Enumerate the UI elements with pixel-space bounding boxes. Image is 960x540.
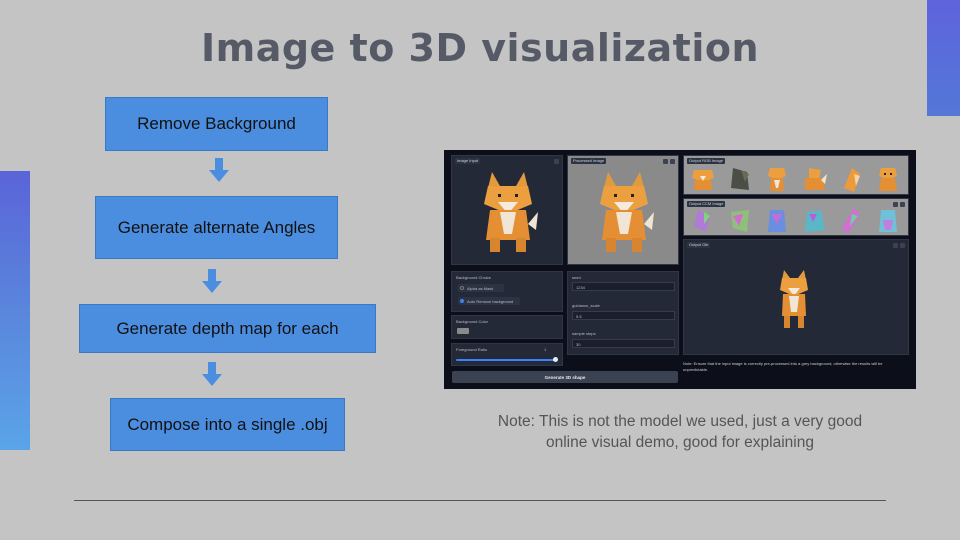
background-color-label: Background Color [456, 319, 489, 324]
image-input-label: Image Input [455, 158, 481, 164]
slide-title: Image to 3D visualization [200, 26, 760, 70]
ccm-view-6-image [879, 210, 897, 232]
fullscreen-icon[interactable] [670, 159, 675, 164]
foreground-ratio-label: Foreground Ratio [456, 347, 488, 352]
step-remove-background: Remove Background [105, 97, 328, 151]
radio-alpha-mask[interactable]: Alpha as Mask [458, 284, 504, 292]
rgb-view-4-image [805, 168, 827, 190]
seed-value: 1234 [576, 285, 585, 290]
foreground-ratio-value[interactable]: 1 [544, 347, 546, 352]
background-choice-panel: Background Choice Alpha as Mask Auto Rem… [451, 271, 563, 312]
step-depth-map: Generate depth map for each [79, 304, 376, 353]
output-rgb-panel: Output RGB Image [683, 155, 909, 195]
ccm-view-4-image [805, 210, 825, 232]
step-generate-angles: Generate alternate Angles [95, 196, 338, 259]
rgb-view-3-image [768, 168, 786, 191]
guidance-scale-label: guidance_scale [572, 303, 600, 308]
foreground-ratio-panel: Foreground Ratio 1 [451, 343, 563, 366]
download-icon[interactable] [663, 159, 668, 164]
3d-model-viewer[interactable] [778, 268, 810, 330]
down-arrow-icon [202, 269, 222, 293]
demo-note: Note: This is not the model we used, jus… [497, 413, 863, 451]
app-note-text: Note: Ensure that the input image is cor… [683, 361, 883, 372]
image-input-panel[interactable]: Image Input [451, 155, 563, 265]
foreground-ratio-slider[interactable] [456, 357, 558, 362]
ccm-view-3-image [768, 210, 786, 232]
shiba-dog-image [484, 172, 538, 252]
rgb-view-2-image [731, 168, 749, 190]
output-glb-label: Output Glb [687, 242, 711, 248]
radio-auto-label: Auto Remove background [467, 298, 514, 304]
down-arrow-icon [209, 158, 229, 182]
sample-steps-label: sample steps [572, 331, 596, 336]
clear-icon[interactable] [554, 159, 559, 164]
rgb-view-6-image [879, 168, 897, 191]
ccm-view-2-image [731, 210, 749, 232]
rgb-view-1-image [692, 170, 714, 190]
left-accent-bar [0, 171, 30, 450]
seed-label: seed [572, 275, 581, 280]
radio-unchecked-icon [460, 286, 464, 290]
sample-steps-value: 30 [576, 342, 581, 347]
demo-app-screenshot: Image Input Processed Image Background C… [444, 150, 916, 389]
rgb-view-5-image [844, 168, 860, 192]
download-icon[interactable] [893, 243, 898, 248]
sample-steps-input[interactable]: 30 [572, 339, 675, 348]
down-arrow-icon [202, 362, 222, 386]
slider-fill [456, 359, 556, 361]
background-color-panel: Background Color [451, 315, 563, 339]
ccm-view-5-image [842, 208, 860, 234]
radio-alpha-label: Alpha as Mask [467, 285, 494, 291]
output-glb-panel[interactable]: Output Glb [683, 239, 909, 355]
guidance-scale-value: 5.5 [576, 314, 582, 319]
step-compose-obj: Compose into a single .obj [110, 398, 345, 451]
background-choice-label: Background Choice [456, 275, 491, 280]
color-swatch[interactable] [457, 328, 469, 334]
fullscreen-icon[interactable] [900, 243, 905, 248]
sampling-params-panel: seed 1234 guidance_scale 5.5 sample step… [567, 271, 679, 355]
generate-3d-button[interactable]: Generate 3D shape [452, 371, 678, 383]
bottom-divider [74, 500, 886, 501]
radio-checked-icon [460, 299, 464, 303]
ccm-view-1-image [694, 210, 710, 232]
processed-image-panel: Processed Image [567, 155, 679, 265]
slider-handle[interactable] [552, 357, 558, 362]
seed-input[interactable]: 1234 [572, 282, 675, 291]
shiba-dog-processed-image [600, 172, 654, 252]
processed-image-label: Processed Image [571, 158, 607, 164]
radio-auto-remove[interactable]: Auto Remove background [458, 297, 520, 305]
guidance-scale-input[interactable]: 5.5 [572, 311, 675, 320]
output-ccm-panel: Output CCM Image [683, 198, 909, 236]
